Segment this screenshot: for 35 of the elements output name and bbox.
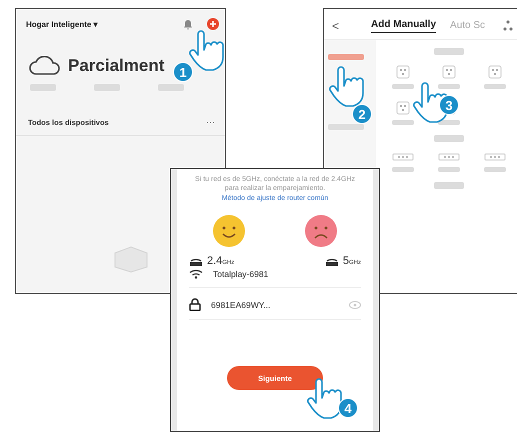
more-button[interactable]: ··· — [206, 117, 215, 127]
power-strip-icon[interactable] — [438, 152, 460, 162]
section-title — [434, 182, 464, 189]
scan-icon[interactable] — [503, 20, 514, 32]
network-field[interactable]: Totalplay-6981 — [213, 269, 361, 280]
power-strip-icon[interactable] — [392, 152, 414, 162]
device-label — [392, 167, 414, 172]
weather-text: Parcialment — [68, 56, 164, 76]
eye-icon[interactable] — [349, 300, 361, 309]
bell-icon[interactable] — [183, 18, 193, 30]
back-button[interactable]: < — [332, 19, 340, 33]
device-label — [438, 167, 460, 172]
section-title — [434, 135, 464, 142]
add-icon[interactable] — [207, 18, 219, 30]
outlet-icon[interactable] — [396, 65, 410, 79]
tab[interactable]: Add Manually — [371, 19, 436, 33]
device-label — [392, 84, 414, 89]
weather-detail — [30, 84, 56, 91]
device-label — [438, 120, 460, 125]
wifi-icon — [189, 269, 203, 280]
outlet-icon[interactable] — [396, 101, 410, 115]
power-strip-icon[interactable] — [484, 152, 506, 162]
device-label — [438, 84, 460, 89]
weather-detail — [94, 84, 120, 91]
device-label — [484, 84, 506, 89]
device-label — [392, 120, 414, 125]
device-label — [484, 167, 506, 172]
outlet-icon[interactable] — [488, 65, 502, 79]
lock-icon — [189, 298, 201, 312]
cloud-icon — [28, 56, 62, 76]
section-title — [434, 48, 464, 55]
home-selector[interactable]: Hogar Inteligente ▾ — [26, 20, 175, 28]
password-field[interactable]: 6981EA69WY... — [211, 300, 339, 310]
weather-detail — [158, 84, 184, 91]
outlet-icon[interactable] — [442, 65, 456, 79]
